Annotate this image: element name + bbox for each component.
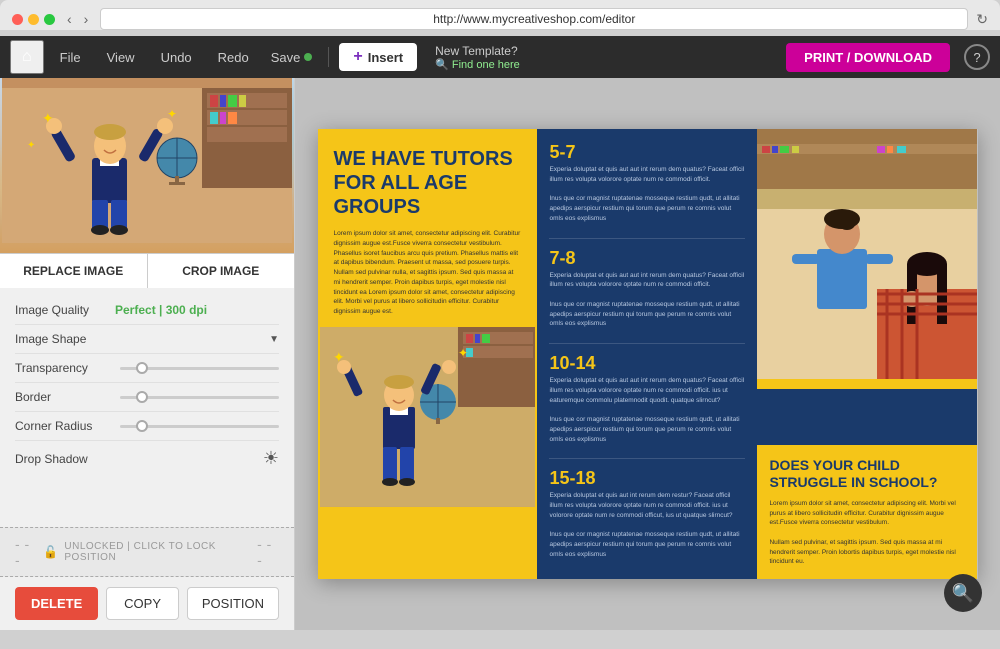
panel-right-bottom: DOES YOUR CHILD STRUGGLE IN SCHOOL? Lore… bbox=[757, 445, 977, 579]
refresh-button[interactable]: ↻ bbox=[976, 11, 988, 28]
home-button[interactable]: ⌂ bbox=[10, 40, 44, 74]
crop-image-button[interactable]: CROP IMAGE bbox=[148, 254, 295, 288]
svg-text:✦: ✦ bbox=[27, 140, 35, 151]
preview-image: ✦ ✦ ✦ bbox=[2, 78, 292, 243]
url-prefix: http:// bbox=[433, 12, 463, 26]
image-actions: REPLACE IMAGE CROP IMAGE bbox=[0, 253, 294, 288]
zoom-icon: 🔍 bbox=[952, 583, 974, 604]
bottom-buttons: DELETE COPY POSITION bbox=[0, 577, 294, 630]
delete-button[interactable]: DELETE bbox=[15, 587, 98, 620]
panel-left-svg: ✦ ✦ bbox=[318, 327, 538, 507]
corner-radius-slider[interactable] bbox=[120, 425, 279, 428]
view-menu[interactable]: View bbox=[97, 46, 145, 69]
age-range-5-7: 5-7 bbox=[549, 143, 745, 161]
age-group-10-14: 10-14 Experia doluptat et quis aut aut i… bbox=[549, 354, 745, 444]
save-button[interactable]: Save bbox=[265, 46, 319, 69]
age-range-15-18: 15-18 bbox=[549, 469, 745, 487]
redo-button[interactable]: Redo bbox=[208, 46, 259, 69]
panel-right-svg bbox=[757, 129, 977, 389]
age-range-7-8: 7-8 bbox=[549, 249, 745, 267]
age-group-5-7: 5-7 Experia doluptat et quis aut aut int… bbox=[549, 143, 745, 224]
transparency-slider[interactable] bbox=[120, 367, 279, 370]
canvas-area: WE HAVE TUTORS FOR ALL AGE GROUPS Lorem … bbox=[295, 78, 1000, 630]
image-quality-value: Perfect | 300 dpi bbox=[115, 303, 207, 317]
image-preview: ✦ ✦ ✦ bbox=[0, 78, 294, 253]
image-shape-label: Image Shape bbox=[15, 332, 115, 346]
lock-label: UNLOCKED | CLICK TO LOCK POSITION bbox=[64, 541, 251, 563]
age-text-7-8: Experia doluptat et quis aut aut int rer… bbox=[549, 271, 745, 330]
panel-right-image bbox=[757, 129, 977, 389]
brochure-body: Lorem ipsum dolor sit amet, consectetur … bbox=[334, 229, 522, 317]
image-quality-row: Image Quality Perfect | 300 dpi bbox=[15, 296, 279, 325]
corner-radius-row: Corner Radius bbox=[15, 412, 279, 441]
print-download-button[interactable]: PRINT / DOWNLOAD bbox=[786, 43, 950, 72]
border-label: Border bbox=[15, 390, 115, 404]
drop-shadow-row: Drop Shadow ☀ bbox=[15, 441, 279, 476]
age-group-15-18: 15-18 Experia doluptat et quis aut int r… bbox=[549, 469, 745, 559]
panel-left-image: ✦ ✦ bbox=[318, 327, 538, 507]
traffic-light-red bbox=[12, 14, 23, 25]
brochure-panel-left[interactable]: WE HAVE TUTORS FOR ALL AGE GROUPS Lorem … bbox=[318, 129, 538, 579]
transparency-label: Transparency bbox=[15, 361, 115, 375]
undo-button[interactable]: Undo bbox=[151, 46, 202, 69]
transparency-row: Transparency bbox=[15, 354, 279, 383]
svg-text:✦: ✦ bbox=[167, 107, 177, 121]
insert-plus-icon: + bbox=[353, 48, 362, 66]
lock-icon: 🔓 bbox=[43, 545, 58, 559]
help-button[interactable]: ? bbox=[964, 44, 990, 70]
copy-button[interactable]: COPY bbox=[106, 587, 179, 620]
image-shape-row[interactable]: Image Shape ▼ bbox=[15, 325, 279, 354]
right-question: DOES YOUR CHILD STRUGGLE IN SCHOOL? bbox=[769, 457, 965, 491]
corner-radius-label: Corner Radius bbox=[15, 419, 115, 433]
position-button[interactable]: POSITION bbox=[187, 587, 279, 620]
traffic-light-yellow bbox=[28, 14, 39, 25]
forward-arrow[interactable]: › bbox=[80, 9, 93, 29]
zoom-button[interactable]: 🔍 bbox=[944, 574, 982, 612]
border-slider[interactable] bbox=[120, 396, 279, 399]
image-quality-label: Image Quality bbox=[15, 303, 115, 317]
image-shape-dropdown[interactable]: ▼ bbox=[115, 334, 279, 345]
url: www.mycreativeshop.com/editor bbox=[463, 12, 635, 26]
age-range-10-14: 10-14 bbox=[549, 354, 745, 372]
svg-text:✦: ✦ bbox=[42, 110, 54, 126]
age-text-5-7: Experia doluptat et quis aut aut int rer… bbox=[549, 165, 745, 224]
new-template-label: New Template? bbox=[435, 44, 520, 58]
file-menu[interactable]: File bbox=[50, 46, 91, 69]
address-bar[interactable]: http://www.mycreativeshop.com/editor bbox=[100, 8, 968, 30]
insert-button[interactable]: + Insert bbox=[339, 43, 417, 71]
brochure: WE HAVE TUTORS FOR ALL AGE GROUPS Lorem … bbox=[318, 129, 978, 579]
right-body: Lorem ipsum dolor sit amet, consectetur … bbox=[769, 499, 965, 567]
svg-text:✦: ✦ bbox=[332, 349, 344, 365]
brochure-panel-middle: 5-7 Experia doluptat et quis aut aut int… bbox=[537, 129, 757, 579]
save-indicator bbox=[304, 53, 312, 61]
lock-bar[interactable]: - - - 🔓 UNLOCKED | CLICK TO LOCK POSITIO… bbox=[0, 527, 294, 577]
chevron-down-icon: ▼ bbox=[269, 334, 279, 345]
find-one-link[interactable]: 🔍 Find one here bbox=[435, 58, 520, 71]
age-text-10-14: Experia doluptat et quis aut aut int rer… bbox=[549, 376, 745, 444]
brochure-panel-right: DOES YOUR CHILD STRUGGLE IN SCHOOL? Lore… bbox=[757, 129, 977, 579]
border-row: Border bbox=[15, 383, 279, 412]
age-text-15-18: Experia doluptat et quis aut int rerum d… bbox=[549, 491, 745, 559]
drop-shadow-icon[interactable]: ☀ bbox=[263, 448, 279, 469]
brochure-title: WE HAVE TUTORS FOR ALL AGE GROUPS bbox=[334, 147, 522, 219]
age-group-7-8: 7-8 Experia doluptat et quis aut aut int… bbox=[549, 249, 745, 330]
insert-label: Insert bbox=[368, 50, 403, 65]
drop-shadow-label: Drop Shadow bbox=[15, 452, 115, 466]
traffic-light-green bbox=[44, 14, 55, 25]
svg-text:✦: ✦ bbox=[457, 346, 467, 360]
save-label: Save bbox=[271, 50, 301, 65]
back-arrow[interactable]: ‹ bbox=[63, 9, 76, 29]
replace-image-button[interactable]: REPLACE IMAGE bbox=[0, 254, 148, 288]
